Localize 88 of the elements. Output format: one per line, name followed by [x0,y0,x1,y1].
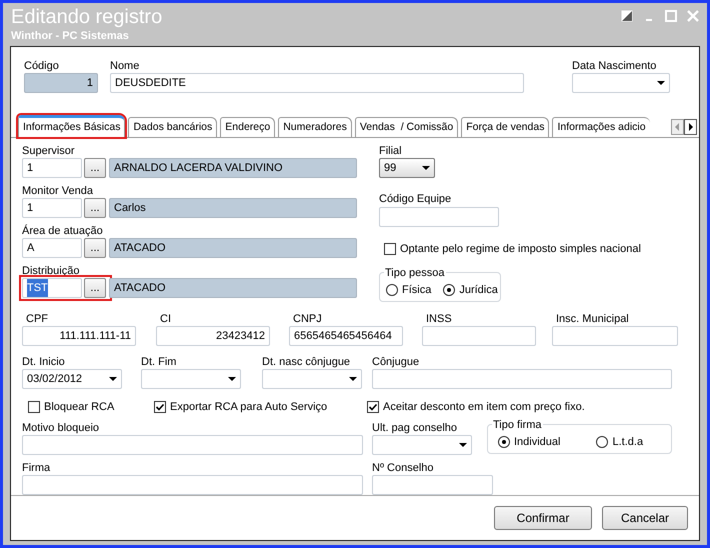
input-field[interactable] [372,475,493,495]
dialog-button[interactable]: Cancelar [602,506,688,530]
radio-button[interactable] [596,436,608,448]
input-field[interactable] [22,435,363,455]
field-label: Nº Conselho [372,461,434,475]
radio-label: L.t.d.a [612,434,644,450]
field-label: Filial [379,144,403,158]
dropdown[interactable] [262,369,362,389]
field-label: CI [159,312,172,326]
checkbox[interactable] [28,401,40,413]
dropdown[interactable] [572,73,670,93]
field-label: CNPJ [292,312,323,326]
radio-button[interactable] [498,436,510,448]
lookup-button[interactable]: ... [84,198,106,218]
field-label: Supervisor [22,144,76,158]
radio-label: Jurídica [459,282,498,298]
field-label: Dt. nasc cônjugue [262,355,352,369]
checkbox-label: Exportar RCA para Auto Serviço [170,400,328,415]
checkbox[interactable] [367,401,379,413]
field-label: CPF [25,312,49,326]
checkbox-label: Optante pelo regime de imposto simples nacional [400,242,641,257]
input-field[interactable] [372,369,672,389]
close-icon[interactable] [687,10,699,22]
tab[interactable]: Informações Básicas [18,115,126,137]
input-field[interactable]: 23423412 [156,326,270,346]
tab[interactable]: Dados bancários [128,117,218,137]
field-label: Distribuição [22,264,80,278]
dropdown[interactable] [141,369,241,389]
checkbox[interactable] [154,401,166,413]
input-field: Carlos [109,198,357,218]
field-label: Ult. pag conselho [372,421,458,435]
window-title: Editando registro [11,6,162,28]
input-field[interactable]: 1 [22,158,82,178]
dialog-button[interactable]: Confirmar [494,506,592,530]
radio-label: Individual [514,434,560,450]
dropdown[interactable]: 03/02/2012 [22,369,122,389]
field-label: Insc. Municipal [555,312,630,326]
field-label: Cônjugue [372,355,420,369]
field-label: Motivo bloqueio [22,421,100,435]
checkbox-label: Aceitar desconto em item com preço fixo. [383,400,585,415]
input-field[interactable]: TST [22,278,82,298]
input-field[interactable] [422,326,536,346]
caret-icon [422,166,430,170]
input-field[interactable] [22,475,363,495]
input-field[interactable] [552,326,678,346]
caret-icon [459,443,467,447]
maximize-icon[interactable] [665,10,677,22]
checkbox[interactable] [384,243,396,256]
caret-icon [109,377,117,381]
field-label: Código Equipe [379,192,452,206]
dropdown[interactable]: 99 [379,158,435,178]
caret-icon [349,377,357,381]
input-field: ATACADO [109,238,357,258]
checkbox-label: Bloquear RCA [44,400,114,415]
tab[interactable]: Vendas / Comissão [354,117,458,137]
field-label: Área de atuação [22,224,104,238]
input-field: ATACADO [109,278,357,298]
field-label: Dt. Fim [141,355,178,369]
input-field[interactable]: 6565465465456464 [289,326,403,346]
input-field: ARNALDO LACERDA VALDIVINO [109,158,357,178]
input-field[interactable]: 1 [22,198,82,218]
scroll-right-icon[interactable] [684,118,697,134]
field-label: Nome [110,59,140,73]
tab[interactable]: Força de vendas [461,117,550,137]
lookup-button[interactable]: ... [84,158,106,178]
tab[interactable]: Endereço [220,117,276,137]
field-label: Monitor Venda [22,184,94,198]
tab[interactable]: Informações adicio [552,117,650,137]
radio-button[interactable] [386,284,398,296]
input-field[interactable]: A [22,238,82,258]
caret-icon [657,81,665,85]
field-label: Firma [22,461,52,475]
radio-label: Física [402,282,432,298]
window-subtitle: Winthor - PC Sistemas [11,29,130,44]
caret-icon [228,377,236,381]
field-label: Código [24,59,60,73]
field-label: Data Nascimento [572,59,658,73]
lookup-button[interactable]: ... [84,278,106,298]
field-label: Dt. Inicio [22,355,66,369]
field-label: INSS [425,312,453,326]
input-field[interactable]: DEUSDEDITE [110,73,524,93]
input-field[interactable]: 111.111.111-11 [22,326,136,346]
tab[interactable]: Numeradores [278,117,352,137]
input-field[interactable] [379,207,499,227]
input-field[interactable]: 1 [24,73,98,93]
radio-button[interactable] [443,284,456,296]
lookup-button[interactable]: ... [84,238,106,258]
dropdown[interactable] [372,435,472,455]
